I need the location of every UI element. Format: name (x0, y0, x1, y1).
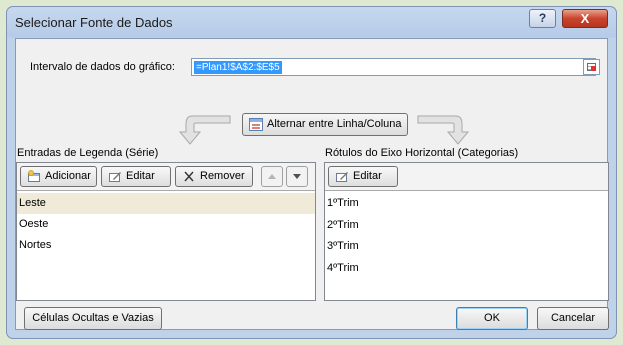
edit-categories-button[interactable]: Editar (328, 166, 398, 187)
cancel-button[interactable]: Cancelar (537, 307, 609, 330)
range-picker-button[interactable] (583, 59, 600, 75)
ok-button[interactable]: OK (456, 307, 528, 330)
list-item[interactable]: 4ºTrim (325, 258, 608, 279)
add-series-label: Adicionar (45, 170, 91, 182)
list-item[interactable]: 2ºTrim (325, 215, 608, 236)
list-item[interactable]: Oeste (17, 214, 315, 235)
dialog-title: Selecionar Fonte de Dados (15, 15, 173, 30)
curved-arrow-right-icon (417, 115, 470, 145)
remove-icon (184, 171, 194, 182)
close-button[interactable]: X (562, 9, 608, 28)
axis-labels-label: Rótulos do Eixo Horizontal (Categorias) (325, 147, 519, 159)
edit-categories-icon (336, 172, 348, 182)
axis-toolbar: Editar (325, 163, 608, 191)
list-item[interactable]: 1ºTrim (325, 193, 608, 214)
title-bar: Selecionar Fonte de Dados ? X (7, 7, 616, 37)
remove-series-button[interactable]: Remover (175, 166, 253, 187)
help-button[interactable]: ? (529, 9, 556, 28)
remove-series-label: Remover (200, 170, 245, 182)
legend-entries-panel: Adicionar Editar Remover Leste Oeste Nor… (16, 162, 316, 301)
move-down-button[interactable] (286, 166, 308, 187)
switch-row-column-label: Alternar entre Linha/Coluna (267, 118, 402, 130)
axis-labels-panel: Editar 1ºTrim 2ºTrim 3ºTrim 4ºTrim (324, 162, 609, 301)
arrow-down-icon (293, 174, 301, 179)
arrow-up-icon (268, 174, 276, 179)
add-series-button[interactable]: Adicionar (20, 166, 97, 187)
edit-series-icon (109, 172, 121, 182)
range-value: =Plan1!$A$2:$E$5 (194, 61, 282, 74)
legend-entries-label: Entradas de Legenda (Série) (17, 147, 159, 159)
edit-series-label: Editar (126, 170, 155, 182)
range-label: Intervalo de dados do gráfico: (30, 61, 175, 73)
switch-row-column-icon (249, 118, 263, 131)
list-item[interactable]: Leste (17, 193, 315, 214)
hidden-empty-cells-button[interactable]: Células Ocultas e Vazias (24, 307, 162, 330)
add-series-icon (28, 170, 40, 182)
legend-toolbar: Adicionar Editar Remover (17, 163, 315, 191)
list-item[interactable]: Nortes (17, 235, 315, 256)
dialog-body: Intervalo de dados do gráfico: =Plan1!$A… (15, 38, 609, 330)
collapse-dialog-dot-icon (591, 66, 596, 71)
list-item[interactable]: 3ºTrim (325, 236, 608, 257)
range-input[interactable]: =Plan1!$A$2:$E$5 (191, 58, 596, 76)
move-up-button[interactable] (261, 166, 283, 187)
switch-row-column-button[interactable]: Alternar entre Linha/Coluna (242, 113, 408, 136)
edit-series-button[interactable]: Editar (101, 166, 171, 187)
curved-arrow-left-icon (178, 115, 231, 145)
edit-categories-label: Editar (353, 170, 382, 182)
dialog-window: Selecionar Fonte de Dados ? X Intervalo … (6, 6, 617, 339)
